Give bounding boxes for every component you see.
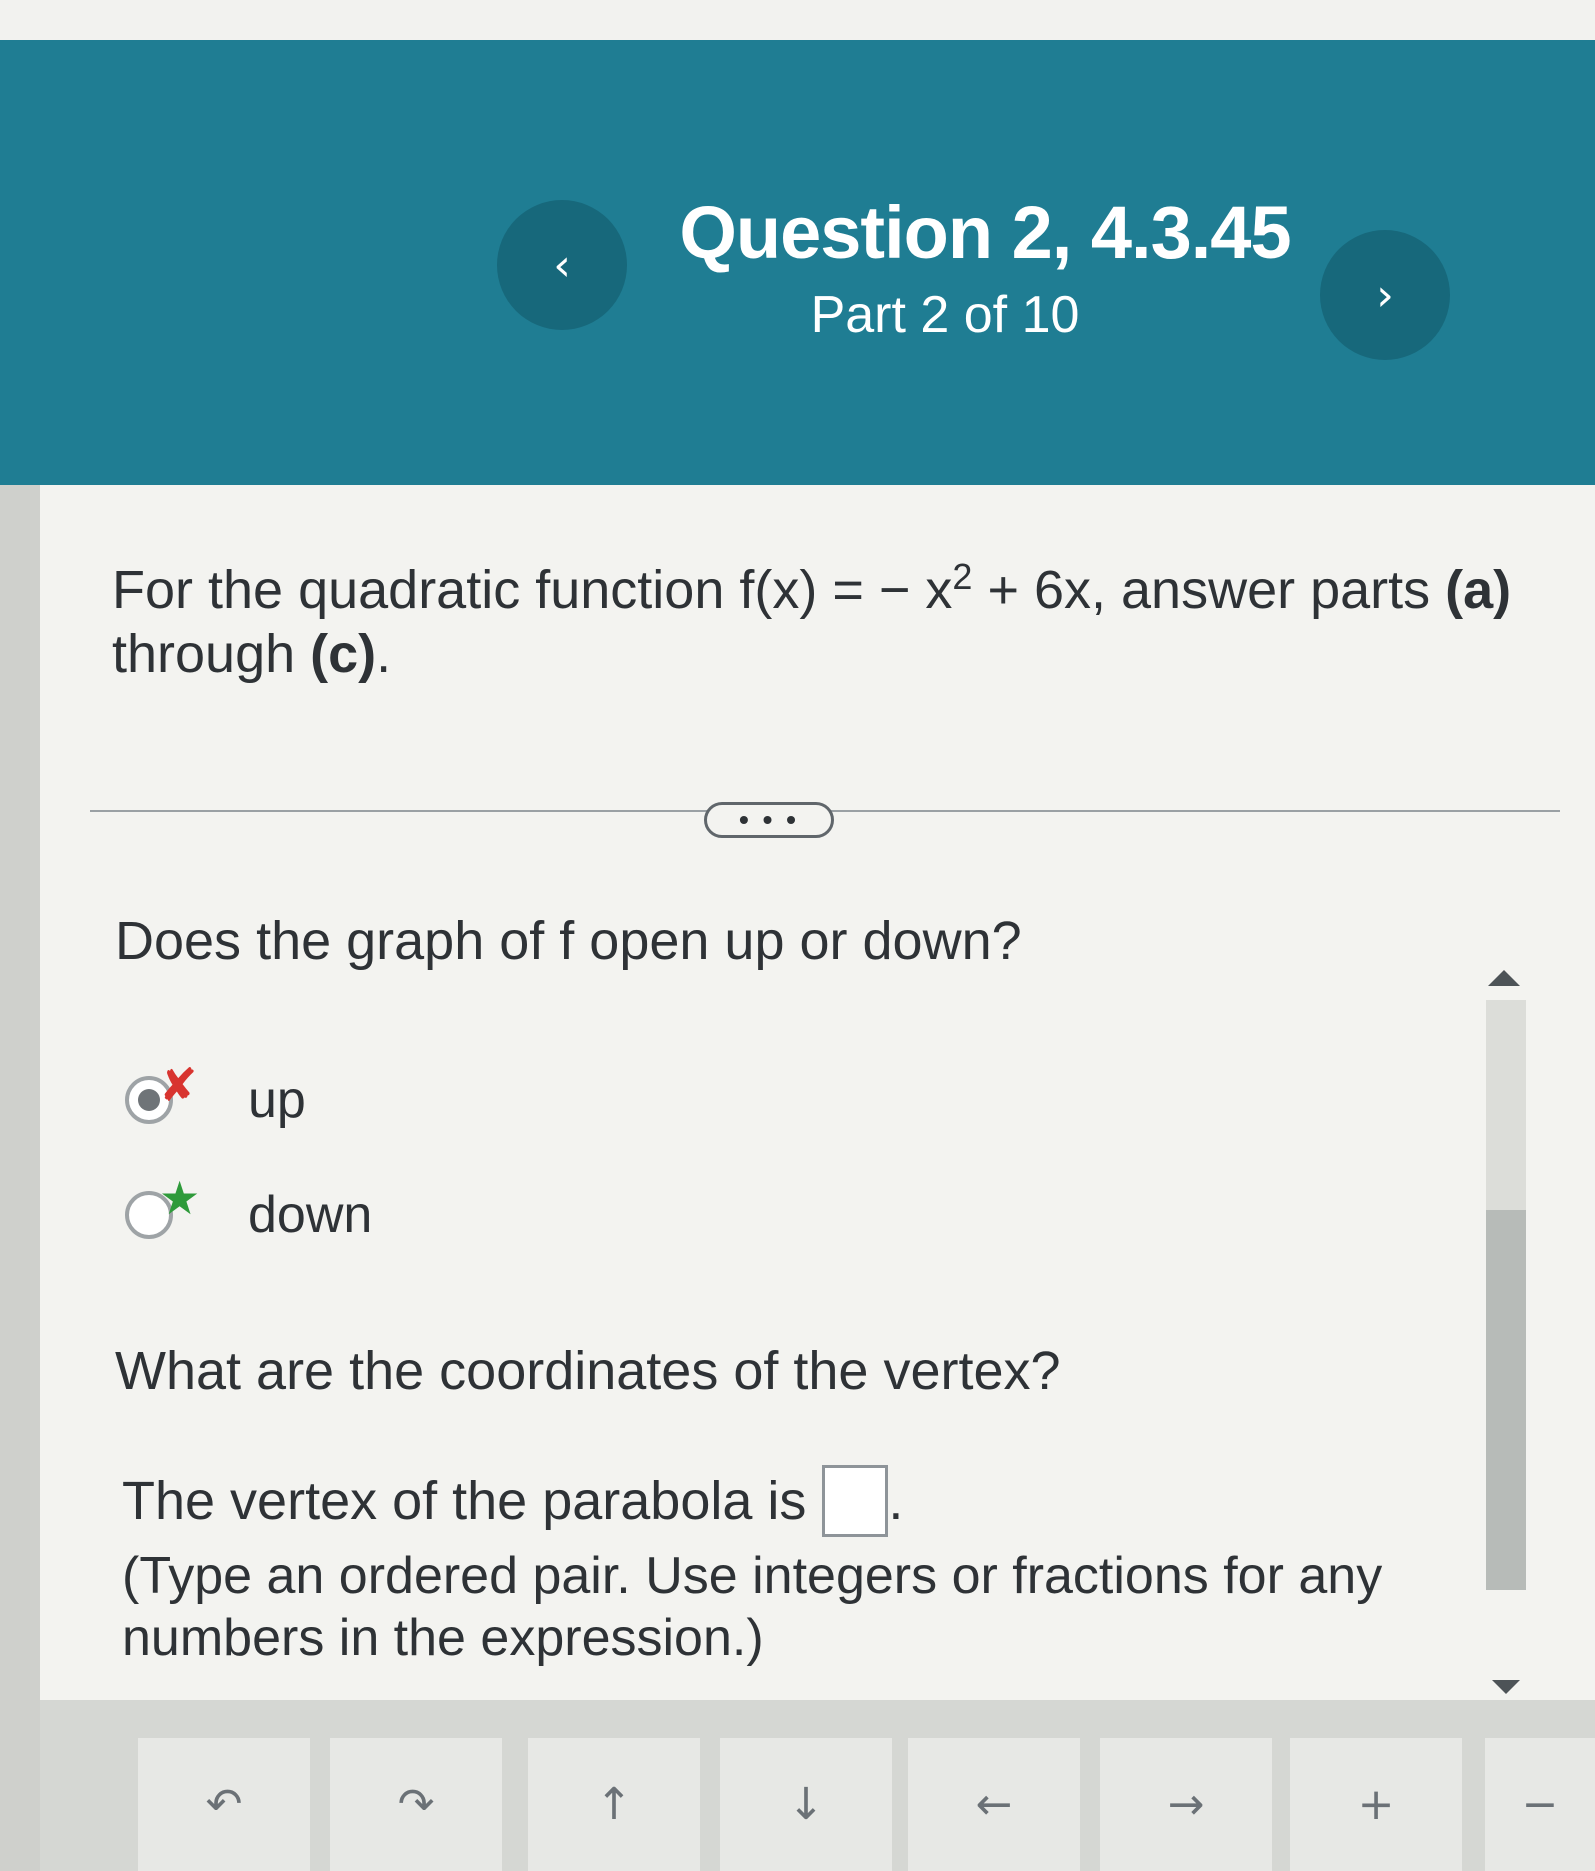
stem-part-a: (a) <box>1445 560 1512 620</box>
top-strip <box>0 0 1595 40</box>
redo-button[interactable]: ↷ <box>330 1738 502 1871</box>
move-down-button[interactable]: ↓ <box>720 1738 892 1871</box>
stem-end: . <box>376 624 392 684</box>
scroll-up-icon[interactable] <box>1488 970 1520 986</box>
option-up[interactable]: ✘ up <box>125 1058 306 1130</box>
answer-hint: (Type an ordered pair. Use integers or f… <box>122 1547 1383 1667</box>
arrow-right-icon: → <box>1167 1779 1205 1830</box>
stem-part-c: (c) <box>310 624 377 684</box>
question-vertex: What are the coordinates of the vertex? <box>115 1341 1061 1401</box>
option-up-label: up <box>248 1071 306 1129</box>
stem-prefix: For the quadratic function f(x) = − x <box>112 560 953 620</box>
scrollbar[interactable] <box>1478 940 1536 1694</box>
vertex-answer-suffix: . <box>888 1471 904 1531</box>
scroll-thumb[interactable] <box>1486 1210 1526 1590</box>
move-up-button[interactable]: ↑ <box>528 1738 700 1871</box>
option-down[interactable]: ★ down <box>125 1171 373 1245</box>
plus-icon: + <box>1357 1779 1395 1830</box>
arrow-up-icon: ↑ <box>595 1779 633 1830</box>
move-left-button[interactable]: ← <box>908 1738 1080 1871</box>
vertex-answer-line: The vertex of the parabola is . <box>122 1465 903 1537</box>
correct-star-icon: ★ <box>159 1171 201 1225</box>
radio-down[interactable]: ★ <box>125 1171 200 1239</box>
stem-middle: + 6x, answer parts <box>972 560 1446 620</box>
minus-icon: − <box>1521 1779 1559 1830</box>
question-title: Question 2, 4.3.45 <box>679 191 1291 274</box>
question-open-direction: Does the graph of f open up or down? <box>115 911 1022 971</box>
question-part: Part 2 of 10 <box>810 286 1080 344</box>
vertex-answer-input[interactable] <box>822 1465 889 1537</box>
undo-icon: ↶ <box>205 1779 243 1830</box>
radio-up[interactable]: ✘ <box>125 1058 198 1124</box>
vertex-answer-prefix: The vertex of the parabola is <box>122 1471 807 1531</box>
redo-icon: ↷ <box>397 1779 435 1830</box>
plus-button[interactable]: + <box>1290 1738 1462 1871</box>
stem-exponent: 2 <box>952 556 973 597</box>
arrow-down-icon: ↓ <box>787 1779 825 1830</box>
scroll-down-icon[interactable] <box>1492 1680 1520 1694</box>
chevron-left-icon: ‹ <box>553 239 571 291</box>
next-question-button[interactable]: › <box>1320 230 1450 360</box>
minus-button[interactable]: − <box>1485 1738 1595 1871</box>
undo-button[interactable]: ↶ <box>138 1738 310 1871</box>
move-right-button[interactable]: → <box>1100 1738 1272 1871</box>
math-toolbar: ↶ ↷ ↑ ↓ ← → + − <box>40 1700 1595 1871</box>
incorrect-x-icon: ✘ <box>159 1058 198 1112</box>
question-stem: For the quadratic function f(x) = − x2 +… <box>112 545 1572 686</box>
chevron-right-icon: › <box>1376 269 1394 321</box>
stem-through: through <box>112 624 311 684</box>
show-more-button[interactable]: • • • <box>704 802 834 838</box>
left-edge <box>0 485 40 1871</box>
option-down-label: down <box>248 1186 373 1244</box>
arrow-left-icon: ← <box>975 1779 1013 1830</box>
